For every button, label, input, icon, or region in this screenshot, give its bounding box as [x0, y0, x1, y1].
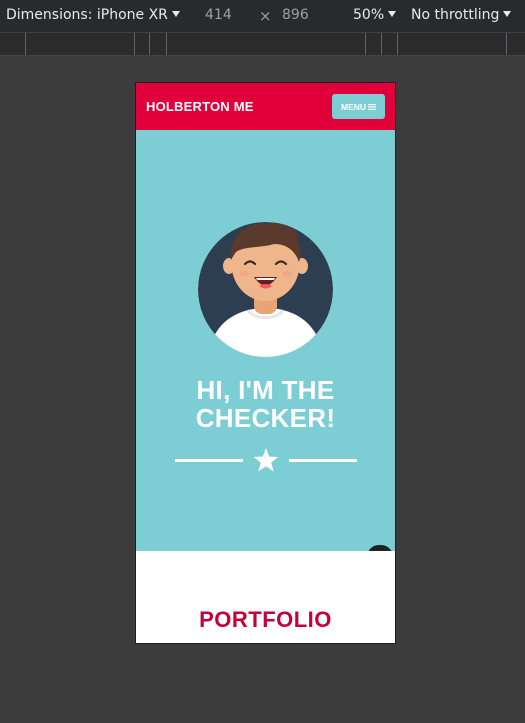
dimension-separator: × [259, 7, 272, 25]
ruler-tick [25, 33, 26, 55]
chevron-down-icon [388, 11, 397, 17]
brand-logo-text[interactable]: HOLBERTON ME [146, 99, 254, 114]
avatar [198, 222, 333, 357]
ruler-tick [397, 33, 398, 55]
ruler-tick [381, 33, 382, 55]
ruler-tick [506, 33, 507, 55]
chevron-down-icon [171, 11, 180, 17]
devtools-device-toolbar: Dimensions: iPhone XR 414 × 896 50% No t… [0, 0, 525, 33]
hero-heading-line-2: CHECKER! [195, 403, 336, 433]
device-viewport: HOLBERTON ME MENU HI, I'M THE CHECKER! P… [136, 83, 395, 643]
star-divider [175, 448, 357, 472]
ruler-tick [134, 33, 135, 55]
hero-section: HI, I'M THE CHECKER! 文 A [136, 130, 395, 601]
throttling-label: No throttling [411, 7, 500, 23]
portfolio-heading: PORTFOLIO [199, 607, 332, 632]
star-icon [253, 448, 279, 472]
menu-button[interactable]: MENU [332, 94, 385, 119]
zoom-label: 50% [353, 7, 385, 23]
ruler-tick [166, 33, 167, 55]
hamburger-icon [368, 103, 377, 110]
hero-heading: HI, I'M THE CHECKER! [136, 376, 395, 432]
media-query-ruler[interactable] [0, 33, 525, 56]
device-select[interactable]: Dimensions: iPhone XR [6, 7, 180, 23]
ruler-tick [149, 33, 150, 55]
chevron-down-icon [503, 11, 512, 17]
device-select-label: Dimensions: iPhone XR [6, 7, 168, 23]
width-input[interactable]: 414 [205, 7, 232, 23]
height-input[interactable]: 896 [282, 7, 309, 23]
portfolio-section: PORTFOLIO [136, 551, 395, 643]
throttling-select[interactable]: No throttling [411, 7, 512, 23]
site-header: HOLBERTON ME MENU [136, 83, 395, 130]
zoom-select[interactable]: 50% [353, 7, 397, 23]
menu-button-label: MENU [340, 101, 367, 112]
hero-heading-line-1: HI, I'M THE [196, 375, 335, 405]
ruler-tick [365, 33, 366, 55]
